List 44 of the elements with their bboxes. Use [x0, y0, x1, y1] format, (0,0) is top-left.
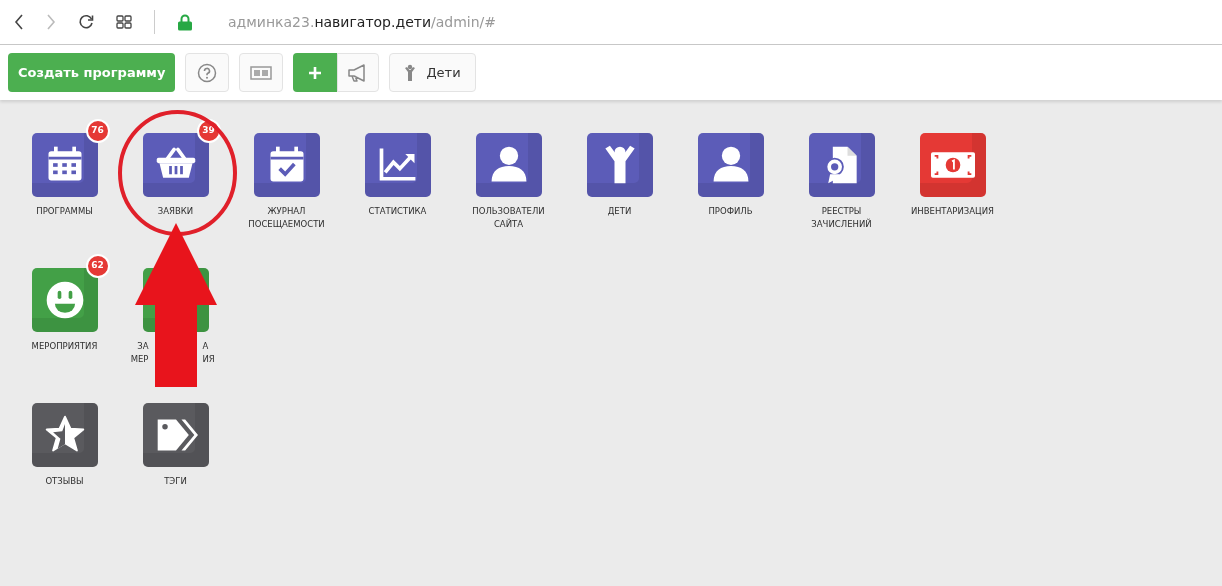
tile-label[interactable]: ЗАЯВКИ: [157, 205, 194, 218]
app-tile-button[interactable]: [253, 133, 320, 197]
app-tile-button[interactable]: [142, 133, 209, 197]
app-tile-button[interactable]: [919, 133, 986, 197]
announcement-button[interactable]: [337, 53, 380, 92]
partial-tile-label: МЕР: [130, 354, 149, 364]
tile-label[interactable]: МЕРОПРИЯТИЯ: [31, 340, 98, 353]
child-icon: [404, 63, 417, 82]
add-button[interactable]: [293, 53, 338, 92]
back-icon[interactable]: [14, 14, 24, 30]
address-bar-url[interactable]: админка23.навигатор.дети/admin/#: [228, 11, 497, 33]
card-icon: [250, 65, 273, 80]
app-tile-button[interactable]: [697, 133, 764, 197]
app-tile-button[interactable]: [31, 133, 98, 197]
count-badge: 62: [85, 254, 110, 278]
tabs-grid-icon[interactable]: [116, 15, 132, 29]
tile-label[interactable]: ПРОФИЛЬ: [708, 205, 753, 218]
tile-label[interactable]: ТЭГИ: [164, 475, 187, 488]
app-tile-button[interactable]: [142, 403, 209, 467]
children-button[interactable]: Дети: [389, 53, 476, 92]
lock-icon: [178, 13, 192, 31]
partial-tile-label: ЗА: [137, 341, 149, 351]
partial-tile-label: А: [202, 341, 209, 351]
tile-label[interactable]: СТАТИСТИКА: [368, 205, 427, 218]
tile-label[interactable]: РЕЕСТРЫ ЗАЧИСЛЕНИЙ: [811, 205, 872, 231]
app-tile-button[interactable]: [364, 133, 431, 197]
divider: [154, 10, 156, 34]
tile-label[interactable]: ЖУРНАЛ ПОСЕЩАЕМОСТИ: [248, 205, 325, 231]
partial-tile-label: ИЯ: [202, 354, 215, 364]
app-tile-button[interactable]: [475, 133, 542, 197]
help-icon: [197, 62, 218, 83]
tile-label[interactable]: ПРОГРАММЫ: [36, 205, 93, 218]
plus-icon: [308, 65, 323, 80]
reload-icon[interactable]: [78, 14, 94, 30]
tile-label[interactable]: ПОЛЬЗОВАТЕЛИ САЙТА: [472, 205, 545, 231]
app-tile-button[interactable]: [31, 403, 98, 467]
tile-label[interactable]: ИНВЕНТАРИЗАЦИЯ: [911, 205, 994, 218]
app-tile-button[interactable]: [808, 133, 875, 197]
help-button[interactable]: [185, 53, 230, 92]
app-tile-button[interactable]: [31, 268, 98, 332]
count-badge: 76: [85, 119, 110, 143]
tile-label[interactable]: ОТЗЫВЫ: [45, 475, 84, 488]
tile-label[interactable]: ДЕТИ: [607, 205, 632, 218]
app-tile-button[interactable]: [586, 133, 653, 197]
